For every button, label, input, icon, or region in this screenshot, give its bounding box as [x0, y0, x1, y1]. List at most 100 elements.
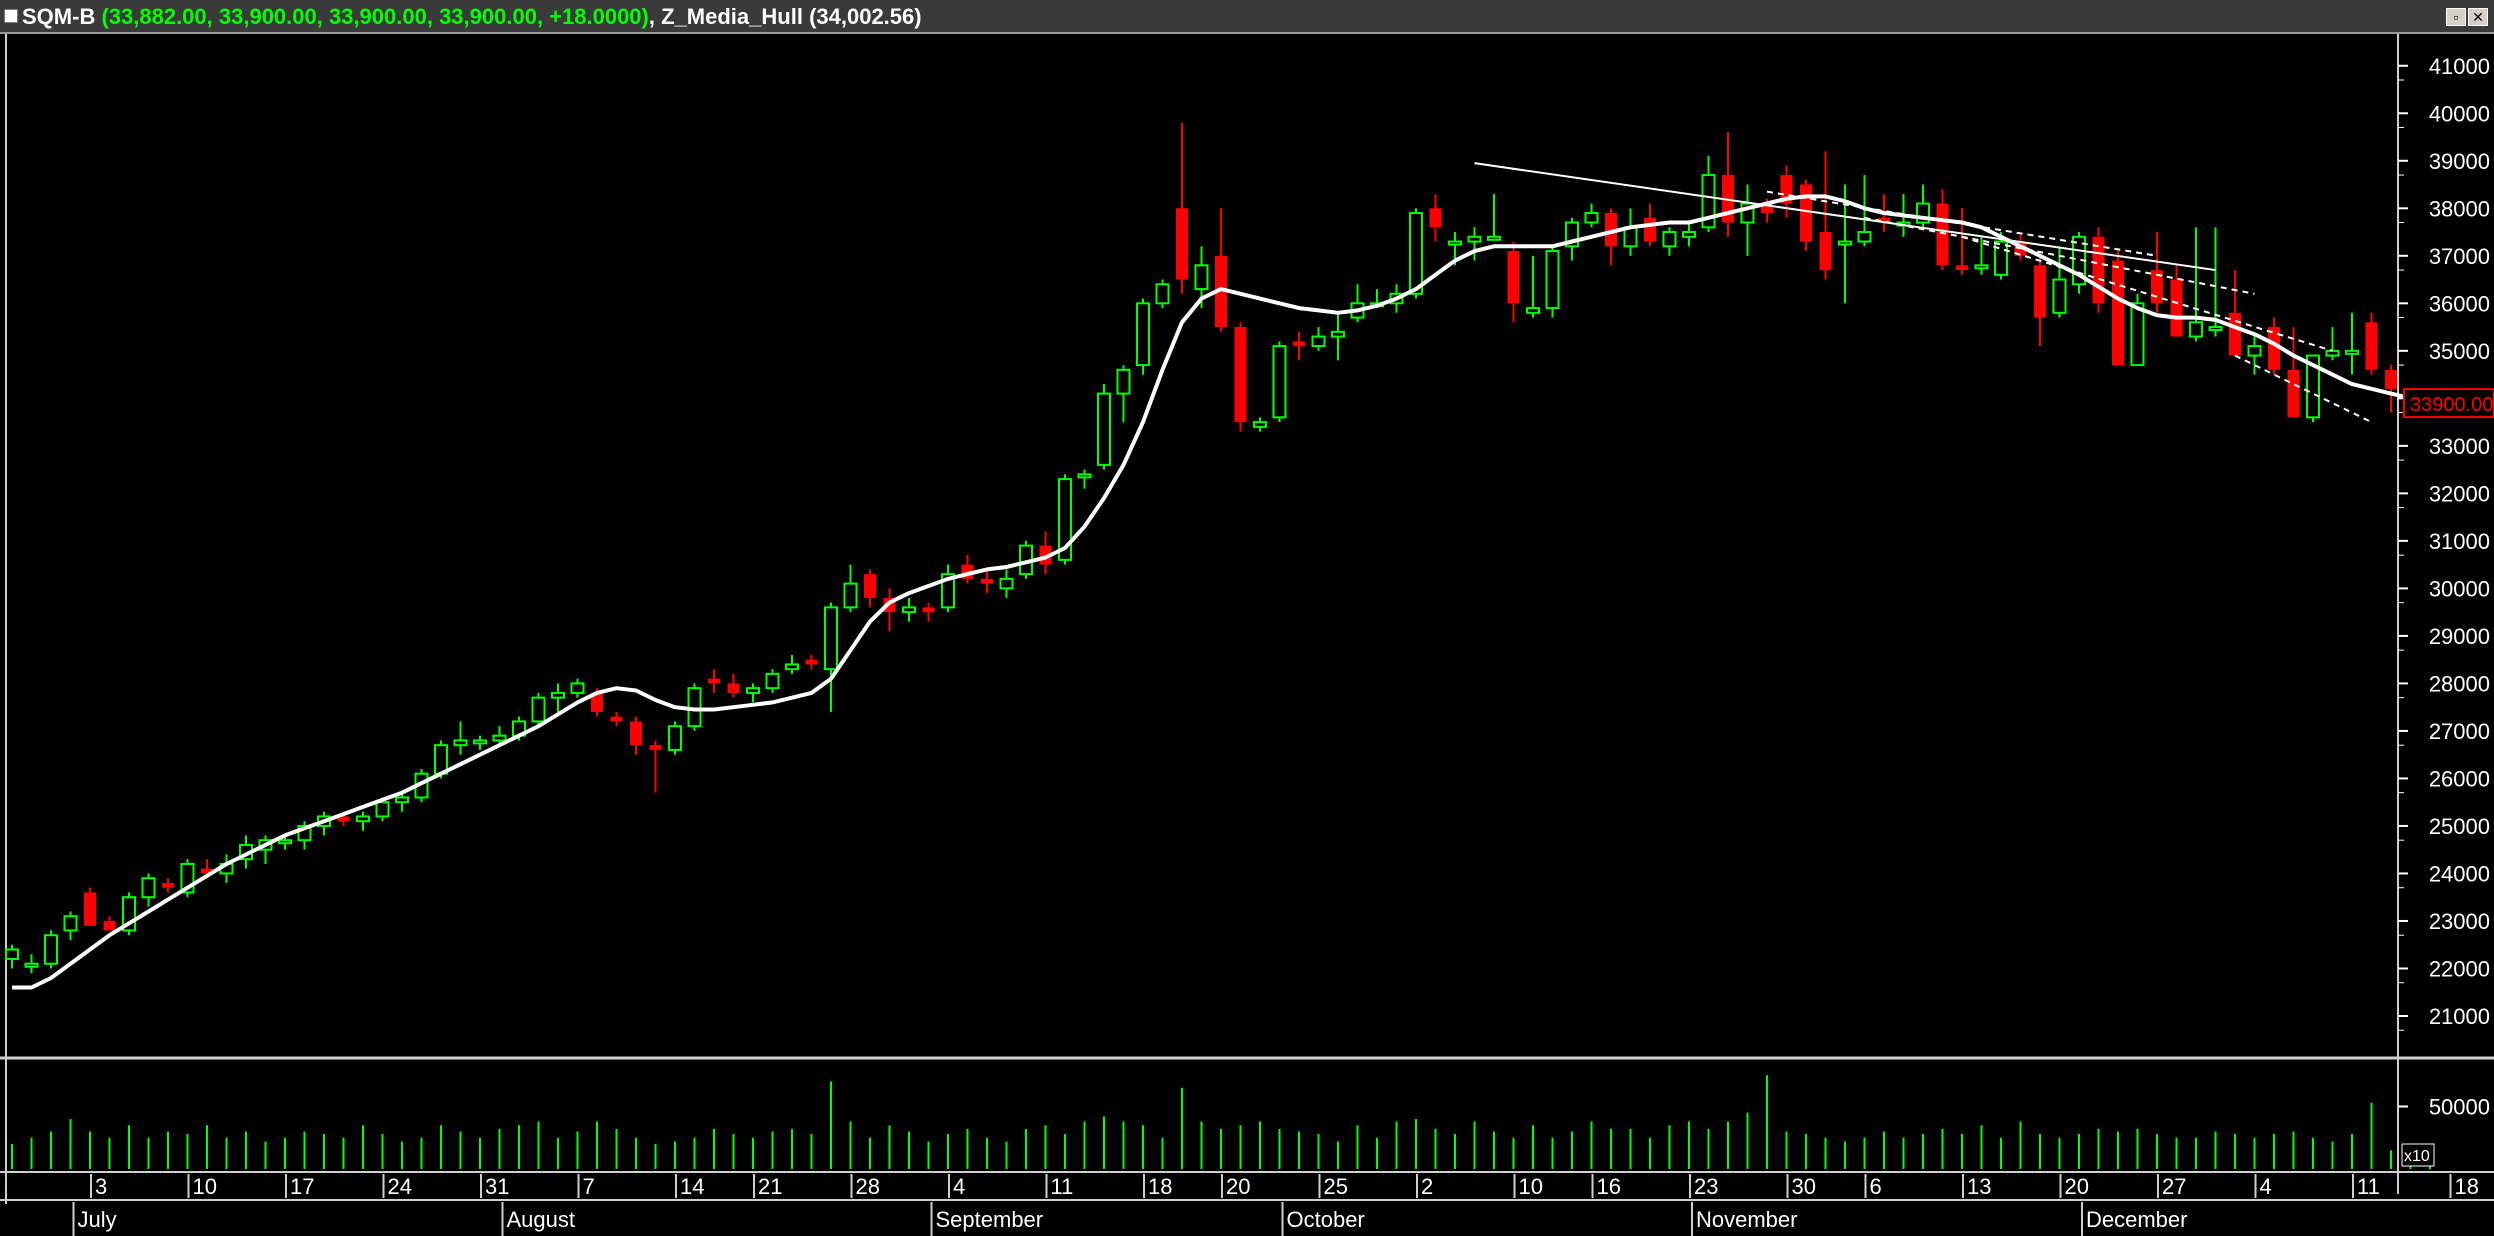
y-tick-label: 29000: [2429, 624, 2490, 649]
candle-body: [2052, 278, 2067, 314]
candle-body: [2247, 345, 2262, 357]
x-day-label: 7: [583, 1174, 595, 1199]
candle-body: [103, 920, 116, 931]
x-day-label: 23: [1694, 1174, 1718, 1199]
y-tick-label: 37000: [2429, 244, 2490, 269]
candle-body: [746, 687, 760, 694]
candle-body: [492, 734, 507, 742]
window-menu-icon[interactable]: [4, 9, 18, 23]
candle-body: [1545, 250, 1560, 310]
candle-body: [2229, 312, 2241, 356]
chart-window-titlebar: SQM-B (33,882.00, 33,900.00, 33,900.00, …: [0, 0, 2494, 34]
candle-body: [356, 815, 370, 823]
candle-body: [1097, 392, 1111, 466]
x-month-label: September: [936, 1207, 1044, 1232]
y-tick-label: 28000: [2429, 671, 2490, 696]
candle-body: [551, 691, 565, 699]
y-tick-label: 22000: [2429, 956, 2490, 981]
candle-body: [2092, 236, 2105, 304]
y-tick-label: 21000: [2429, 1004, 2490, 1029]
candle: [2092, 227, 2105, 313]
candle-body: [1974, 264, 1989, 270]
x-day-label: 14: [680, 1174, 704, 1199]
candle-body: [1662, 231, 1677, 248]
candle-body: [531, 696, 546, 723]
candle-body: [1234, 327, 1247, 423]
candle-body: [2385, 369, 2397, 389]
close-button[interactable]: ✕: [2468, 8, 2488, 26]
candle: [1545, 246, 1560, 318]
y-tick-label: 39000: [2429, 149, 2490, 174]
candle: [1272, 341, 1287, 423]
candle-body: [1293, 341, 1305, 347]
candle-body: [1253, 421, 1267, 428]
restore-button[interactable]: ▫: [2446, 8, 2466, 26]
candle-body: [2345, 349, 2359, 355]
candle-body: [1429, 208, 1442, 228]
candle-body: [2170, 279, 2183, 337]
candle-body: [434, 744, 448, 775]
x-day-label: 20: [2065, 1174, 2089, 1199]
candle-body: [1311, 335, 1326, 348]
last-price-label: 33900.00: [2410, 394, 2493, 416]
x-day-label: 25: [1324, 1174, 1348, 1199]
candle-body: [1077, 473, 1092, 479]
candle: [1800, 179, 1812, 252]
candle-body: [1409, 212, 1423, 295]
title-text: SQM-B (33,882.00, 33,900.00, 33,900.00, …: [22, 4, 922, 30]
x-day-label: 16: [1597, 1174, 1621, 1199]
candle-body: [765, 672, 780, 690]
x-day-label: 4: [2260, 1174, 2272, 1199]
y-tick-label: 41000: [2429, 54, 2490, 79]
candle: [1097, 384, 1111, 470]
x-day-label: 18: [2455, 1174, 2479, 1199]
candle-body: [570, 682, 585, 694]
y-tick-label: 26000: [2429, 766, 2490, 791]
symbol-label: SQM-B: [22, 4, 96, 29]
x-day-label: 20: [1226, 1174, 1250, 1199]
candle-body: [1644, 217, 1656, 242]
candle-body: [84, 892, 96, 926]
candle: [1136, 298, 1150, 375]
indicator-name: Z_Media_Hull: [661, 4, 803, 29]
candle-body: [1116, 368, 1131, 395]
candle-body: [395, 796, 409, 804]
candle-body: [649, 745, 662, 750]
y-tick-label: 40000: [2429, 101, 2490, 126]
candle-body: [1936, 203, 1949, 266]
candle-body: [2287, 369, 2300, 418]
candle-body: [668, 725, 682, 751]
quote-values: (33,882.00, 33,900.00, 33,900.00, 33,900…: [101, 4, 649, 29]
candle-body: [630, 721, 642, 746]
candle-body: [727, 683, 740, 693]
candle-body: [1956, 265, 1968, 271]
candle-body: [1155, 283, 1170, 305]
candle-body: [1194, 264, 1209, 291]
candle: [122, 892, 136, 936]
candle-body: [708, 678, 720, 684]
candle-body: [843, 582, 858, 609]
candle-body: [24, 962, 39, 968]
x-day-label: 4: [953, 1174, 965, 1199]
x-day-label: 31: [485, 1174, 509, 1199]
y-tick-label: 30000: [2429, 576, 2490, 601]
candle-body: [785, 663, 799, 671]
candle-body: [278, 839, 292, 845]
candle-body: [1331, 330, 1345, 338]
y-tick-label: 35000: [2429, 339, 2490, 364]
candle-body: [1507, 251, 1520, 304]
x-day-label: 6: [1870, 1174, 1882, 1199]
candle-body: [1272, 345, 1287, 419]
candle-body: [5, 948, 19, 960]
x-day-label: 28: [856, 1174, 880, 1199]
y-tick-label: 32000: [2429, 481, 2490, 506]
candle-body: [824, 606, 838, 671]
candle-body: [610, 716, 623, 722]
candle: [1234, 322, 1247, 432]
candle-body: [902, 606, 916, 614]
x-day-label: 30: [1792, 1174, 1816, 1199]
y-tick-label: 27000: [2429, 719, 2490, 744]
x-month-label: October: [1287, 1207, 1365, 1232]
title-separator: ,: [648, 4, 655, 29]
x-month-label: November: [1696, 1207, 1797, 1232]
